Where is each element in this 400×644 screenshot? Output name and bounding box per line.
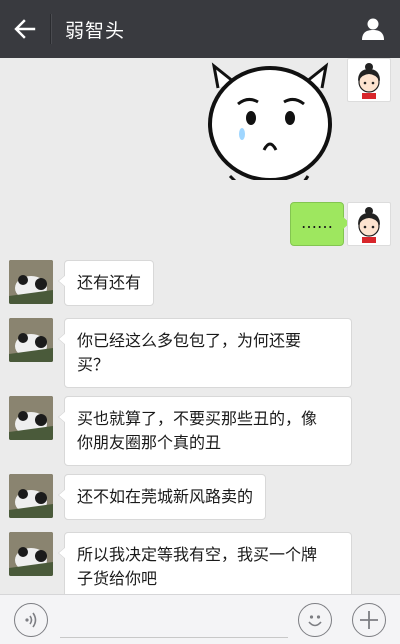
message-bubble-contact[interactable]: 还不如在莞城新风路卖的 (57, 474, 267, 520)
message-bubble-self[interactable]: …… (290, 202, 350, 246)
girl-avatar-icon (358, 63, 380, 99)
panda-avatar-icon (9, 396, 53, 440)
avatar-self[interactable] (347, 58, 391, 102)
emoji-button[interactable] (298, 603, 332, 637)
message-bubble-contact[interactable]: 还有还有 (57, 260, 155, 306)
message-text-line: 买？ (77, 355, 110, 374)
message-bubble-contact[interactable]: 所以我决定等我有空，我买一个牌 子货给你吧 (58, 532, 352, 594)
message-bubble-contact[interactable]: 你已经这么多包包了，为何还要 买？ (58, 318, 352, 388)
message-text-line: 买也就算了，不要买那些丑的，像 (77, 409, 318, 428)
message-text: 还有还有 (77, 273, 142, 292)
avatar-contact[interactable] (9, 474, 53, 518)
title-bar: 弱智头 (0, 0, 400, 58)
message-list[interactable]: …… 还有还有 你已经这么多包包了，为何还要 买？ 买也就算了，不要买那些丑的，… (0, 58, 400, 594)
voice-icon (25, 612, 37, 628)
panda-avatar-icon (9, 260, 53, 304)
plus-icon (360, 611, 378, 629)
avatar-self[interactable] (347, 202, 391, 246)
message-input[interactable] (60, 637, 288, 638)
input-bar (0, 594, 400, 644)
emoji-icon (308, 615, 322, 627)
arrow-left-icon (14, 19, 36, 39)
avatar-contact[interactable] (9, 260, 53, 304)
voice-button[interactable] (14, 603, 48, 637)
sticker-message[interactable] (204, 60, 336, 184)
message-text: …… (301, 213, 333, 232)
message-text-line: 子货给你吧 (77, 569, 158, 588)
chat-info-button[interactable] (346, 0, 400, 58)
avatar-contact[interactable] (9, 532, 53, 576)
chat-title: 弱智头 (65, 19, 126, 42)
message-bubble-contact[interactable]: 买也就算了，不要买那些丑的，像 你朋友圈那个真的丑 (58, 396, 352, 466)
message-text-line: 你朋友圈那个真的丑 (77, 433, 222, 452)
person-icon (362, 18, 384, 40)
crying-face-sticker (204, 62, 336, 184)
panda-avatar-icon (9, 474, 53, 518)
message-text-line: 你已经这么多包包了，为何还要 (77, 331, 302, 350)
avatar-contact[interactable] (9, 396, 53, 440)
girl-avatar-icon (358, 207, 380, 243)
header-divider (50, 14, 51, 44)
panda-avatar-icon (9, 318, 53, 362)
more-button[interactable] (352, 603, 386, 637)
avatar-contact[interactable] (9, 318, 53, 362)
panda-avatar-icon (9, 532, 53, 576)
message-text-line: 所以我决定等我有空，我买一个牌 (77, 545, 318, 564)
message-text: 还不如在莞城新风路卖的 (77, 487, 254, 506)
back-button[interactable] (0, 0, 50, 58)
